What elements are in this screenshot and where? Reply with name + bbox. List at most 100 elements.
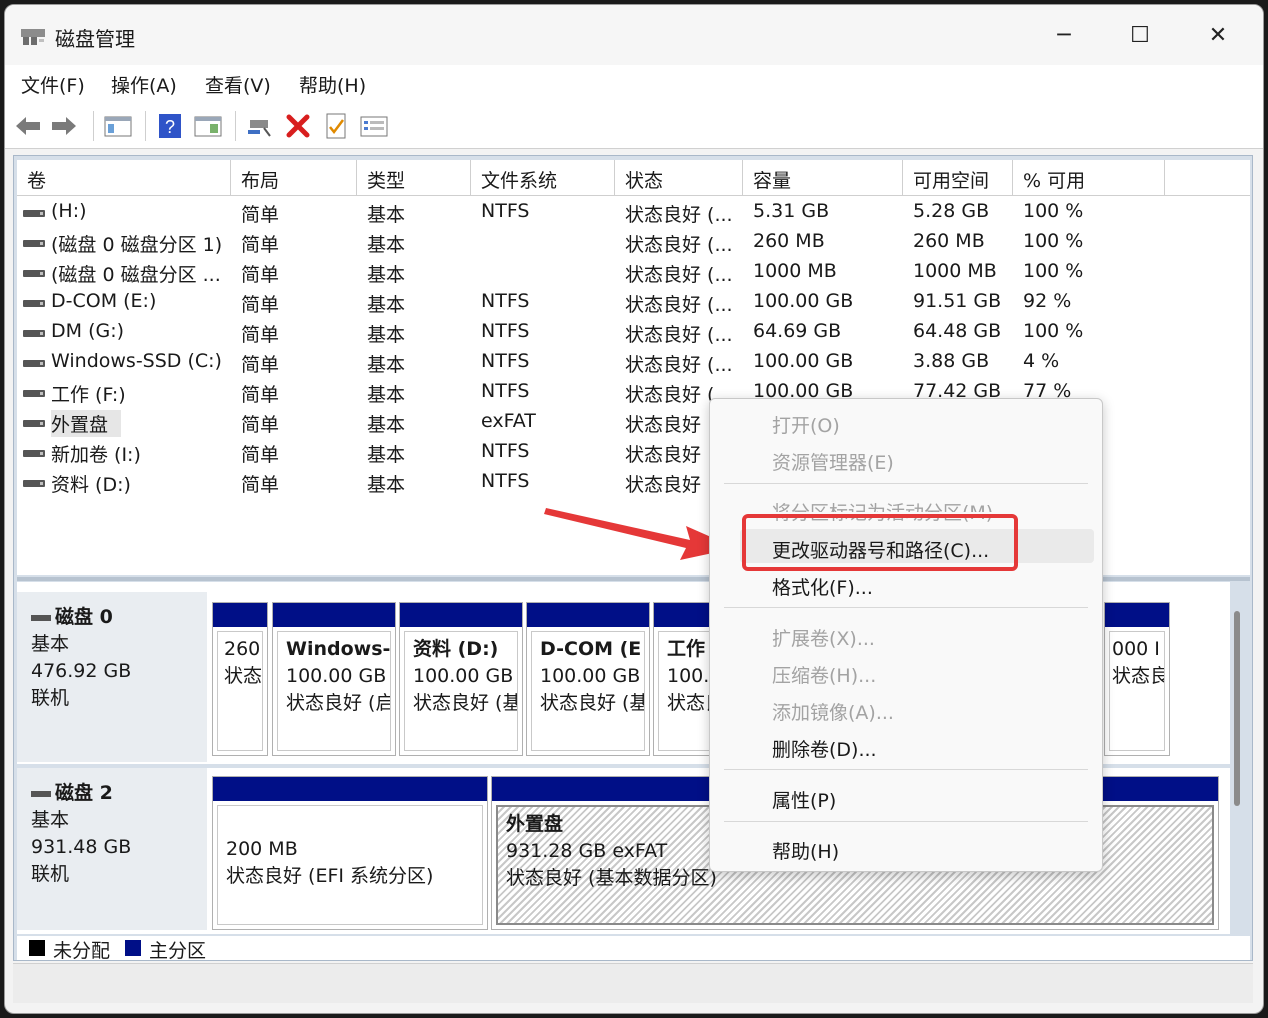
volume-filesystem: NTFS <box>481 350 530 372</box>
console-tree-icon[interactable] <box>103 111 133 141</box>
volume-layout: 简单 <box>241 414 280 436</box>
disk-0-partition-windows[interactable]: Windows- 100.00 GB 状态良好 (启 <box>272 602 396 756</box>
volume-row[interactable]: (H:) 简单 基本 NTFS 状态良好 (... 5.31 GB 5.28 GB 100 % <box>17 198 1250 228</box>
minimize-button[interactable]: ─ <box>1041 17 1087 53</box>
volume-drive-icon <box>23 240 45 247</box>
maximize-button[interactable]: ☐ <box>1117 17 1163 53</box>
volume-percent-free: 100 % <box>1023 200 1084 222</box>
col-layout[interactable]: 布局 <box>231 160 357 196</box>
ctx-add-mirror[interactable]: 添加镜像(A)... <box>772 698 894 725</box>
volume-type: 基本 <box>367 234 406 256</box>
action-pane-icon[interactable] <box>193 111 223 141</box>
col-status[interactable]: 状态 <box>615 160 743 196</box>
ctx-properties[interactable]: 属性(P) <box>772 786 836 813</box>
status-bar <box>13 963 1253 1003</box>
ctx-delete-volume[interactable]: 删除卷(D)... <box>772 735 877 762</box>
disk-0-info[interactable]: 磁盘 0 基本 476.92 GB 联机 <box>17 592 207 762</box>
col-filesystem[interactable]: 文件系统 <box>471 160 615 196</box>
disk-0-kind: 基本 <box>31 633 70 655</box>
disk-0-partition-1[interactable]: 260 状态 <box>212 602 268 756</box>
volume-type: 基本 <box>367 264 406 286</box>
volume-status: 状态良好 (... <box>625 324 733 346</box>
properties-icon[interactable] <box>321 111 351 141</box>
col-volume[interactable]: 卷 <box>17 160 231 196</box>
volume-row[interactable]: DM (G:) 简单 基本 NTFS 状态良好 (... 64.69 GB 64.48 GB… <box>17 318 1250 348</box>
volume-drive-icon <box>23 300 45 307</box>
col-free-space[interactable]: 可用空间 <box>903 160 1013 196</box>
volume-name: DM (G:) <box>51 320 125 342</box>
volume-layout: 简单 <box>241 474 280 496</box>
col-percent-free[interactable]: % 可用 <box>1013 160 1165 196</box>
volume-row[interactable]: (磁盘 0 磁盘分区 ... 简单 基本 状态良好 (... 1000 MB 1000 M… <box>17 258 1250 288</box>
back-arrow-icon[interactable] <box>13 111 43 141</box>
ctx-explorer[interactable]: 资源管理器(E) <box>772 448 894 475</box>
ctx-shrink[interactable]: 压缩卷(H)... <box>772 661 876 688</box>
col-type[interactable]: 类型 <box>357 160 471 196</box>
disk-2-state: 联机 <box>31 863 70 885</box>
disk-0-partition-data-d[interactable]: 资料 (D:) 100.00 GB 状态良好 (基 <box>399 602 523 756</box>
volume-filesystem: exFAT <box>481 410 536 432</box>
disk-0-partition-dcom-e[interactable]: D-COM (E 100.00 GB 状态良好 (基 <box>526 602 650 756</box>
forward-arrow-icon[interactable] <box>49 111 79 141</box>
volume-type: 基本 <box>367 474 406 496</box>
connect-icon[interactable] <box>245 111 275 141</box>
volume-drive-icon <box>23 360 45 367</box>
close-button[interactable]: ✕ <box>1195 17 1241 53</box>
volume-drive-icon <box>23 480 45 487</box>
volume-capacity: 1000 MB <box>753 260 837 282</box>
col-capacity[interactable]: 容量 <box>743 160 903 196</box>
svg-text:?: ? <box>165 117 175 137</box>
menu-help[interactable]: 帮助(H) <box>299 71 366 98</box>
volume-status: 状态良好 (... <box>625 264 733 286</box>
volume-row[interactable]: (磁盘 0 磁盘分区 1) 简单 基本 状态良好 (... 260 MB 260 MB 10… <box>17 228 1250 258</box>
window-title: 磁盘管理 <box>55 27 135 51</box>
volume-filesystem: NTFS <box>481 200 530 222</box>
volume-name: D-COM (E:) <box>51 290 157 312</box>
list-view-icon[interactable] <box>359 111 389 141</box>
ctx-open[interactable]: 打开(O) <box>772 411 840 438</box>
ctx-format[interactable]: 格式化(F)... <box>772 573 873 600</box>
delete-icon[interactable] <box>283 111 313 141</box>
volume-layout: 简单 <box>241 234 280 256</box>
volume-name: 资料 (D:) <box>51 474 131 496</box>
disk-2-partition-efi[interactable]: 200 MB 状态良好 (EFI 系统分区) <box>212 776 488 930</box>
menu-view[interactable]: 查看(V) <box>205 71 271 98</box>
disk-2-kind: 基本 <box>31 809 70 831</box>
disk-0-partition-last[interactable]: 000 I 状态良 <box>1104 602 1170 756</box>
volume-filesystem: NTFS <box>481 290 530 312</box>
volume-type: 基本 <box>367 384 406 406</box>
volume-drive-icon <box>23 390 45 397</box>
menu-action[interactable]: 操作(A) <box>111 71 177 98</box>
volume-drive-icon <box>23 420 45 427</box>
legend-unallocated-swatch <box>29 940 45 956</box>
volume-type: 基本 <box>367 204 406 226</box>
vertical-scrollbar[interactable] <box>1234 611 1240 806</box>
volume-name: (H:) <box>51 200 87 222</box>
ctx-extend[interactable]: 扩展卷(X)... <box>772 624 875 651</box>
volume-row[interactable]: Windows-SSD (C:) 简单 基本 NTFS 状态良好 (... 100.00 … <box>17 348 1250 378</box>
disk-2-name: 磁盘 2 <box>31 780 193 807</box>
volume-name: 工作 (F:) <box>51 384 126 406</box>
volume-status: 状态良好 (... <box>625 234 733 256</box>
ctx-help[interactable]: 帮助(H) <box>772 837 839 864</box>
volume-row[interactable]: D-COM (E:) 简单 基本 NTFS 状态良好 (... 100.00 GB 91.5… <box>17 288 1250 318</box>
volume-capacity: 260 MB <box>753 230 825 252</box>
disk-2-info[interactable]: 磁盘 2 基本 931.48 GB 联机 <box>17 768 207 930</box>
volume-percent-free: 100 % <box>1023 230 1084 252</box>
volume-drive-icon <box>23 330 45 337</box>
annotation-highlight-box <box>742 514 1018 571</box>
legend: 未分配 主分区 <box>17 936 1250 962</box>
volume-capacity: 64.69 GB <box>753 320 842 342</box>
volume-type: 基本 <box>367 444 406 466</box>
toolbar: ? <box>5 103 1263 149</box>
volume-type: 基本 <box>367 354 406 376</box>
volume-status: 状态良好 (... <box>625 204 733 226</box>
help-icon[interactable]: ? <box>155 111 185 141</box>
title-bar: 磁盘管理 ─ ☐ ✕ <box>5 5 1263 65</box>
volume-type: 基本 <box>367 294 406 316</box>
menu-file[interactable]: 文件(F) <box>21 71 85 98</box>
disk-0-state: 联机 <box>31 687 70 709</box>
volume-name: Windows-SSD (C:) <box>51 350 222 372</box>
volume-type: 基本 <box>367 414 406 436</box>
volume-filesystem: NTFS <box>481 440 530 462</box>
